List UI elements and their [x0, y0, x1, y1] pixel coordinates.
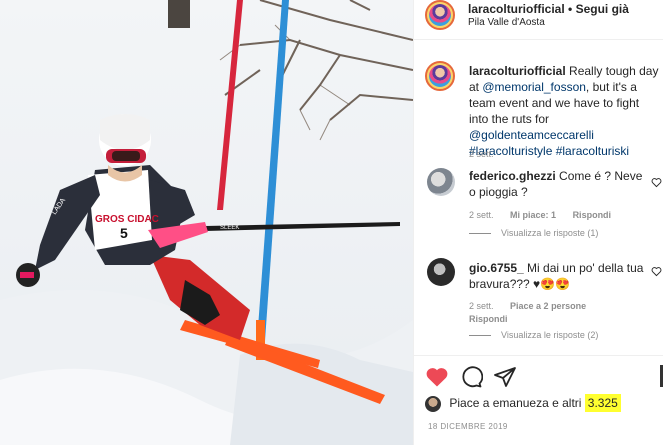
caption-text: laracolturiofficial Really tough day at … — [469, 63, 661, 159]
location-link[interactable]: Pila Valle d'Aosta — [468, 17, 545, 28]
caption-username[interactable]: laracolturiofficial — [469, 64, 566, 78]
replies-divider — [469, 335, 491, 337]
post-actions: Piace a emanueza e altri 3.325 18 DICEMB… — [414, 355, 663, 445]
comment-icon[interactable] — [459, 365, 483, 389]
comment-body: federico.ghezzi Come é ? Neve o pioggia … — [469, 168, 644, 200]
post-side-panel: laracolturiofficial • Segui già Pila Val… — [413, 0, 663, 445]
liker-username[interactable]: emanueza — [493, 396, 549, 410]
profile-avatar[interactable] — [425, 0, 455, 30]
view-replies-label: Visualizza le risposte (2) — [501, 330, 599, 340]
header-username[interactable]: laracolturiofficial — [468, 2, 565, 16]
skier-photo-svg: GROS CIDAC 5 LADA SLEEK — [0, 0, 413, 445]
comment-username[interactable]: gio.6755_ — [469, 261, 524, 275]
bib-text: GROS CIDAC — [95, 214, 159, 225]
like-comment-heart-icon[interactable] — [651, 266, 662, 277]
view-replies-button[interactable]: Visualizza le risposte (2) — [469, 330, 598, 340]
pole-text: SLEEK — [220, 225, 239, 231]
header-user-line: laracolturiofficial • Segui già — [468, 2, 629, 16]
header-separator: • — [568, 2, 573, 16]
commenter-avatar[interactable] — [427, 168, 455, 196]
comment-likes[interactable]: Mi piace: 1 — [510, 210, 556, 220]
like-comment-heart-icon[interactable] — [651, 177, 662, 188]
heart-icon[interactable] — [425, 365, 449, 389]
replies-divider — [469, 233, 491, 235]
likes-prefix: Piace a — [449, 396, 490, 411]
share-icon[interactable] — [493, 365, 517, 389]
post-date: 18 DICEMBRE 2019 — [428, 422, 508, 431]
comment-body: gio.6755_ Mi dai un po' della tua bravur… — [469, 260, 644, 292]
bib-number: 5 — [120, 225, 128, 241]
mention-link[interactable]: @memorial_fosson — [482, 80, 586, 94]
reply-button[interactable]: Rispondi — [469, 314, 508, 324]
post-header: laracolturiofficial • Segui già Pila Val… — [414, 0, 663, 40]
reply-button[interactable]: Rispondi — [573, 210, 612, 220]
view-replies-button[interactable]: Visualizza le risposte (1) — [469, 228, 598, 238]
caption-avatar[interactable] — [425, 61, 455, 91]
liker-avatar[interactable] — [425, 396, 441, 412]
post-photo[interactable]: GROS CIDAC 5 LADA SLEEK — [0, 0, 413, 445]
hashtag-link[interactable]: #laracolturiski — [556, 144, 629, 158]
view-replies-label: Visualizza le risposte (1) — [501, 228, 599, 238]
likes-summary: Piace a emanueza e altri 3.325 — [425, 394, 621, 413]
mention-link[interactable]: @goldenteamceccarelli — [469, 128, 594, 142]
comment-username[interactable]: federico.ghezzi — [469, 169, 556, 183]
comment-timestamp[interactable]: 2 sett. — [469, 210, 494, 220]
following-button[interactable]: Segui già — [576, 2, 629, 16]
caption-timestamp[interactable]: 2 sett. — [469, 149, 494, 159]
comment-meta: 2 sett. Mi piace: 1 Rispondi — [469, 210, 625, 220]
comment-likes[interactable]: Piace a 2 persone — [510, 301, 586, 311]
comment-meta: 2 sett. Piace a 2 persone Rispondi — [469, 300, 639, 326]
likes-count[interactable]: 3.325 — [584, 394, 621, 413]
comment-timestamp[interactable]: 2 sett. — [469, 301, 494, 311]
likes-middle: e altri — [552, 396, 582, 411]
commenter-avatar[interactable] — [427, 258, 455, 286]
